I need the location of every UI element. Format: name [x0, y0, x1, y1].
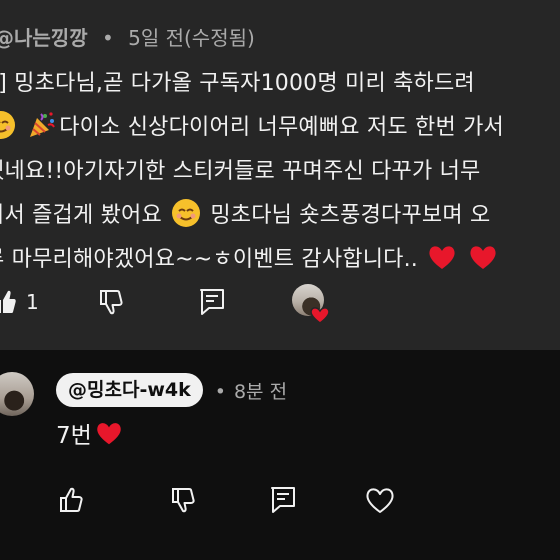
smiling-face-emoji-icon: [0, 111, 15, 139]
red-heart-emoji-icon: [429, 246, 455, 269]
dislike-button[interactable]: [98, 280, 126, 324]
thumbs-down-icon: [172, 488, 195, 513]
reply-avatar[interactable]: [0, 372, 34, 416]
thumbs-up-icon: [0, 290, 16, 313]
like-button[interactable]: 1: [0, 280, 39, 324]
reply-like-button[interactable]: [58, 478, 86, 522]
reply-reply-button[interactable]: [270, 478, 296, 522]
reply-dislike-button[interactable]: [170, 478, 198, 522]
reply-comment: @밍초다-w4k • 8분 전 7번: [0, 350, 560, 560]
comment-time: 5일 전(수정됨): [128, 26, 255, 50]
reply-time: 8분 전: [233, 380, 288, 403]
party-popper-emoji-icon: [30, 112, 56, 137]
reply-actions: [0, 478, 560, 522]
reply-mention-chip[interactable]: @밍초다-w4k: [56, 373, 203, 407]
comment-line-2: 다이소 신상다이어리 너무예뻐요 저도 한번 가서: [0, 106, 560, 150]
comment-line-4: 쉬서 즐겁게 봤어요 밍초다님 숏츠풍경다꾸보며 오: [0, 194, 560, 238]
heart-icon: [366, 488, 394, 513]
reply-meta: • 8분 전: [215, 377, 287, 404]
thumbs-up-icon: [60, 487, 83, 512]
comment-actions: 1: [0, 280, 560, 324]
comment-body: 2] 밍초다님,곧 다가올 구독자1000명 미리 축하드려 다이소 신상다이어…: [0, 62, 560, 282]
reply-button[interactable]: [199, 280, 225, 324]
heart-icon: [310, 307, 330, 324]
red-heart-emoji-icon: [97, 423, 121, 445]
comment-line-3: 겠네요!!아기자기한 스티커들로 꾸며주신 다꾸가 너무: [0, 159, 481, 184]
reply-icon: [200, 289, 224, 315]
red-heart-emoji-icon: [470, 246, 496, 269]
like-count: 1: [26, 290, 39, 314]
meta-separator: •: [101, 26, 114, 50]
parent-comment: @나는낑깡 • 5일 전(수정됨) 2] 밍초다님,곧 다가올 구독자1000명…: [0, 0, 560, 350]
comment-line-1: 2] 밍초다님,곧 다가올 구독자1000명 미리 축하드려: [0, 71, 475, 96]
thumbs-down-icon: [100, 290, 123, 315]
reply-header: @밍초다-w4k • 8분 전: [56, 372, 287, 408]
comment-meta: @나는낑깡 • 5일 전(수정됨): [0, 22, 255, 51]
smiling-face-emoji-icon: [172, 199, 201, 227]
comment-line-5: 루 마무리해야겠어요~~ㅎ이벤트 감사합니다..: [0, 238, 560, 282]
reply-icon: [271, 487, 295, 513]
reply-body: 7번: [56, 416, 124, 450]
meta-separator: •: [214, 380, 226, 403]
creator-heart-badge: [292, 284, 330, 324]
reply-text: 7번: [56, 423, 92, 449]
comment-author[interactable]: @나는낑깡: [0, 26, 88, 50]
heart-button[interactable]: [364, 478, 396, 522]
